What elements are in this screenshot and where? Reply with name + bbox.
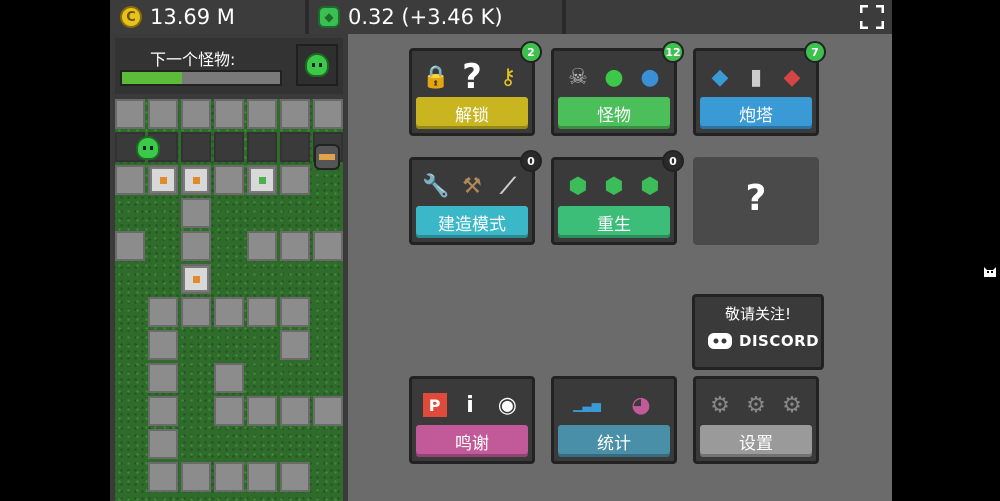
- blue-turret-icon: ◆: [711, 64, 729, 90]
- menu-card[interactable]: 🔒? ⚷ 解锁 2: [409, 41, 542, 136]
- coin-icon: C: [120, 6, 142, 28]
- discord-follow-card[interactable]: 敬请关注! DISCORD: [692, 294, 824, 370]
- card-icons: ⬢ ⬢ ⬢: [560, 168, 668, 204]
- notification-badge: 12: [662, 41, 684, 63]
- next-monster-slot: [296, 44, 338, 86]
- coin-value: 13.69 M: [150, 5, 235, 29]
- slime-monster: [136, 136, 160, 160]
- pie-chart-icon: ◕: [631, 392, 651, 418]
- discord-text: DISCORD: [739, 332, 820, 350]
- game-map[interactable]: [115, 99, 343, 501]
- card-icons: 🔧 ⚒ ⟋: [418, 168, 526, 204]
- next-monster-label: 下一个怪物:: [150, 50, 236, 69]
- fullscreen-icon[interactable]: [860, 5, 884, 29]
- menu-card[interactable]: ◆ ▮ ◆ 炮塔 7: [693, 41, 826, 136]
- menu-card[interactable]: ⚙ ⚙ ⚙ 设置: [693, 376, 819, 464]
- wrench-icon: 🔧: [422, 173, 450, 199]
- menu-card[interactable]: ▁▃▅ ◕ 统计: [551, 376, 677, 464]
- menu-card[interactable]: Pi ◉ 鸣谢: [409, 376, 535, 464]
- gem-icon: ⬢: [568, 173, 588, 199]
- card-icons: Pi ◉: [418, 387, 526, 423]
- menu-button-9[interactable]: 设置: [700, 425, 812, 457]
- discord-icon: [708, 333, 732, 349]
- floating-cat-icon[interactable]: [982, 264, 998, 278]
- notification-badge: 7: [804, 41, 826, 63]
- next-monster-progress: [120, 70, 282, 86]
- discord-icon: ◉: [497, 392, 517, 418]
- notification-badge: 0: [662, 150, 684, 172]
- menu-button-4[interactable]: 建造模式: [416, 206, 528, 238]
- card-icons: ▁▃▅ ◕: [560, 387, 668, 423]
- saw-icon: ⟋: [500, 173, 516, 199]
- gem-icon: ⬢: [604, 173, 624, 199]
- turret[interactable]: [249, 167, 275, 193]
- gray-turret-icon: ▮: [749, 64, 763, 90]
- gear-icon: ⚙: [710, 392, 730, 418]
- turret[interactable]: [183, 167, 209, 193]
- gear-icon: ⚙: [782, 392, 802, 418]
- menu-card[interactable]: ☠ ● ● 怪物 12: [551, 41, 684, 136]
- info-icon: i: [466, 392, 474, 418]
- patreon-icon: P: [422, 393, 447, 417]
- gem-value: 0.32 (+3.46 K): [348, 5, 503, 29]
- notification-badge: 2: [520, 41, 542, 63]
- discord-brand: DISCORD: [707, 331, 819, 351]
- divider: [562, 0, 566, 34]
- menu-card[interactable]: ?: [693, 157, 819, 245]
- menu-card[interactable]: ⬢ ⬢ ⬢ 重生 0: [551, 150, 684, 245]
- red-turret-icon: ◆: [783, 64, 801, 90]
- card-icons: 🔒? ⚷: [418, 57, 526, 97]
- gem-icon: ◆: [318, 6, 340, 28]
- locked-question-icon: ?: [745, 178, 767, 219]
- turret[interactable]: [150, 167, 176, 193]
- menu-button-8[interactable]: 统计: [558, 425, 670, 457]
- divider: [305, 0, 309, 34]
- menu-button-3[interactable]: 炮塔: [700, 97, 812, 129]
- green-slime-icon: [305, 53, 329, 77]
- question-icon: ?: [462, 57, 482, 97]
- menu-button-7[interactable]: 鸣谢: [416, 425, 528, 457]
- gem-counter: ◆ 0.32 (+3.46 K): [318, 0, 503, 34]
- progress-fill: [122, 72, 183, 84]
- card-icons: ☠ ● ●: [560, 59, 668, 95]
- menu-button-1[interactable]: 解锁: [416, 97, 528, 129]
- menu-card[interactable]: 🔧 ⚒ ⟋ 建造模式 0: [409, 150, 542, 245]
- hammer-icon: ⚒: [462, 173, 482, 199]
- key-icon: ⚷: [499, 64, 517, 90]
- card-icons: ⚙ ⚙ ⚙: [702, 387, 810, 423]
- coin-counter: C 13.69 M: [120, 0, 235, 34]
- slime-icon: ●: [604, 64, 624, 90]
- lock-icon: 🔒: [422, 64, 450, 90]
- knight-monster: [314, 144, 340, 170]
- gem-icon: ⬢: [640, 173, 660, 199]
- menu-button-5[interactable]: 重生: [558, 206, 670, 238]
- card-icons: ◆ ▮ ◆: [702, 59, 810, 95]
- bar-chart-icon: ▁▃▅: [573, 398, 601, 412]
- turret[interactable]: [183, 266, 209, 292]
- blue-monster-icon: ●: [640, 64, 660, 90]
- skull-icon: ☠: [568, 64, 588, 90]
- follow-label: 敬请关注!: [724, 305, 791, 323]
- menu-button-2[interactable]: 怪物: [558, 97, 670, 129]
- gear-icon: ⚙: [746, 392, 766, 418]
- notification-badge: 0: [520, 150, 542, 172]
